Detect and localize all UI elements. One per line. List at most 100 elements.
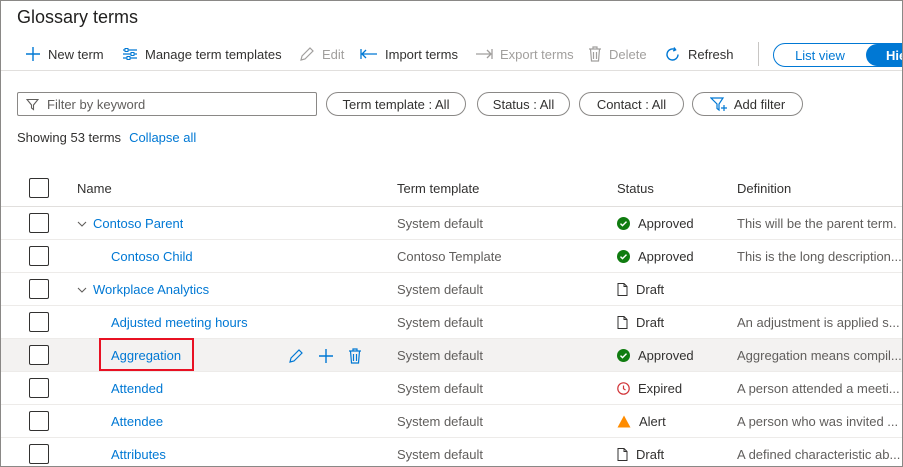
hierarchy-view-button[interactable]: Hie [866, 44, 902, 66]
row-actions [288, 339, 376, 372]
row-checkbox[interactable] [29, 213, 49, 233]
table-row[interactable]: Attributes System default Draft A define… [1, 438, 902, 466]
document-icon [617, 283, 628, 296]
manage-term-templates-button[interactable]: Manage term templates [122, 37, 282, 71]
status-label: Alert [639, 414, 666, 429]
term-count: Showing 53 terms [17, 130, 122, 145]
import-arrow-icon [360, 49, 377, 59]
collapse-all-link[interactable]: Collapse all [129, 130, 196, 145]
status-cell: Draft [617, 306, 664, 339]
term-name-link[interactable]: Attributes [111, 447, 166, 462]
import-terms-label: Import terms [385, 46, 458, 62]
term-template-cell: System default [397, 381, 483, 396]
new-term-button[interactable]: New term [25, 37, 104, 71]
term-template-cell: System default [397, 216, 483, 231]
status-filter[interactable]: Status : All [477, 92, 570, 116]
filter-icon [26, 98, 39, 111]
status-label: Draft [636, 315, 665, 330]
chevron-down-icon[interactable] [77, 220, 87, 228]
export-terms-button[interactable]: Export terms [475, 37, 574, 71]
status-label: Approved [638, 216, 694, 231]
row-checkbox[interactable] [29, 378, 49, 398]
row-checkbox[interactable] [29, 345, 49, 365]
status-cell: Expired [617, 372, 682, 405]
keyword-filter-input[interactable] [47, 96, 307, 112]
add-filter-button[interactable]: Add filter [692, 92, 803, 116]
pencil-icon [300, 47, 314, 61]
term-template-cell: System default [397, 348, 483, 363]
delete-label: Delete [609, 46, 647, 62]
row-checkbox[interactable] [29, 411, 49, 431]
status-cell: Approved [617, 240, 694, 273]
definition-cell: A defined characteristic ab... [737, 447, 901, 462]
table-row[interactable]: Contoso Parent System default Approved T… [1, 207, 902, 240]
term-name-link[interactable]: Attended [111, 381, 163, 396]
contact-filter[interactable]: Contact : All [579, 92, 684, 116]
row-checkbox[interactable] [29, 279, 49, 299]
status-label: Approved [638, 348, 694, 363]
term-name-link[interactable]: Contoso Parent [93, 216, 183, 231]
row-checkbox[interactable] [29, 246, 49, 266]
status-label: Approved [638, 249, 694, 264]
status-cell: Alert [617, 405, 666, 438]
sliders-icon [123, 48, 137, 60]
refresh-icon [666, 46, 679, 61]
command-bar: New term Manage term templates Edit Impo… [1, 37, 902, 71]
glossary-window: Glossary terms New term Manage term temp… [0, 0, 903, 467]
table-row[interactable]: Workplace Analytics System default Draft [1, 273, 902, 306]
row-checkbox[interactable] [29, 312, 49, 332]
term-template-cell: Contoso Template [397, 249, 502, 264]
definition-cell: An adjustment is applied s... [737, 315, 900, 330]
term-name-link[interactable]: Workplace Analytics [93, 282, 209, 297]
trash-icon[interactable] [348, 347, 362, 364]
table-row[interactable]: Attended System default Expired A person… [1, 372, 902, 405]
status-label: Expired [638, 381, 683, 396]
term-name-link[interactable]: Contoso Child [111, 249, 193, 264]
plus-icon[interactable] [318, 348, 334, 364]
export-arrow-icon [476, 49, 493, 59]
document-icon [617, 448, 628, 461]
import-terms-button[interactable]: Import terms [360, 37, 458, 71]
definition-cell: This will be the parent term. [737, 216, 897, 231]
check-circle-icon [617, 349, 630, 362]
table-row[interactable]: Adjusted meeting hours System default Dr… [1, 306, 902, 339]
table-row[interactable]: Contoso Child Contoso Template Approved … [1, 240, 902, 273]
status-label: Draft [636, 447, 665, 462]
refresh-label: Refresh [688, 46, 734, 62]
list-view-button[interactable]: List view [774, 44, 866, 66]
term-template-cell: System default [397, 447, 483, 462]
add-filter-icon [709, 97, 727, 112]
pencil-icon[interactable] [288, 348, 304, 364]
column-header-term-template[interactable]: Term template [397, 181, 479, 196]
term-template-cell: System default [397, 414, 483, 429]
term-template-cell: System default [397, 282, 483, 297]
definition-cell: This is the long description... [737, 249, 902, 264]
keyword-filter[interactable] [17, 92, 317, 116]
highlight-box [99, 338, 194, 371]
view-toggle: List view Hie [773, 43, 902, 67]
chevron-down-icon[interactable] [77, 286, 87, 294]
status-cell: Approved [617, 207, 694, 240]
column-header-name[interactable]: Name [77, 181, 112, 196]
table-header: Name Term template Status Definition [1, 171, 902, 207]
column-header-status[interactable]: Status [617, 181, 654, 196]
term-template-filter[interactable]: Term template : All [326, 92, 466, 116]
edit-button[interactable]: Edit [299, 37, 344, 71]
edit-label: Edit [322, 46, 345, 62]
term-name-link[interactable]: Attendee [111, 414, 163, 429]
select-all-checkbox[interactable] [29, 178, 49, 198]
column-header-definition[interactable]: Definition [737, 181, 791, 196]
new-term-label: New term [48, 46, 104, 62]
check-circle-icon [617, 250, 630, 263]
delete-button[interactable]: Delete [588, 37, 647, 71]
status-cell: Approved [617, 339, 694, 372]
term-name-link[interactable]: Adjusted meeting hours [111, 315, 248, 330]
page-title: Glossary terms [17, 7, 139, 27]
trash-icon [589, 46, 601, 62]
definition-cell: Aggregation means compil... [737, 348, 902, 363]
refresh-button[interactable]: Refresh [664, 37, 734, 71]
toolbar-divider [758, 42, 759, 66]
export-terms-label: Export terms [500, 46, 574, 62]
row-checkbox[interactable] [29, 444, 49, 464]
table-row[interactable]: Attendee System default Alert A person w… [1, 405, 902, 438]
